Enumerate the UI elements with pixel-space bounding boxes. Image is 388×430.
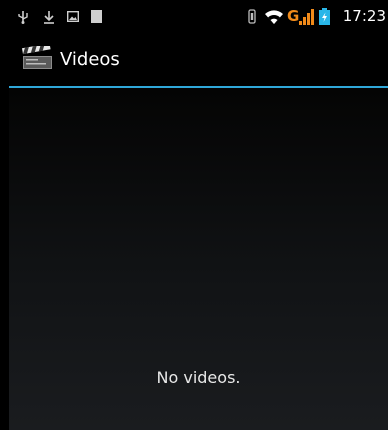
app-title: Videos	[60, 49, 120, 70]
video-list-area: No videos.	[9, 88, 388, 430]
battery-icon	[319, 8, 330, 25]
phone-screen: G 17:23 Videos No videos.	[0, 0, 388, 430]
download-icon	[44, 11, 54, 24]
signal-icon	[299, 9, 314, 25]
notification-icon	[91, 10, 102, 23]
status-bar: G 17:23	[0, 0, 388, 33]
action-bar: Videos	[0, 33, 388, 86]
network-type-label: G	[287, 7, 300, 25]
status-clock: 17:23	[342, 7, 386, 25]
clapperboard-icon	[22, 46, 52, 69]
empty-state-message: No videos.	[156, 368, 241, 387]
wifi-icon	[265, 10, 283, 24]
usb-icon	[18, 11, 28, 24]
vibrate-icon	[248, 9, 256, 24]
image-notification-icon	[67, 11, 79, 22]
